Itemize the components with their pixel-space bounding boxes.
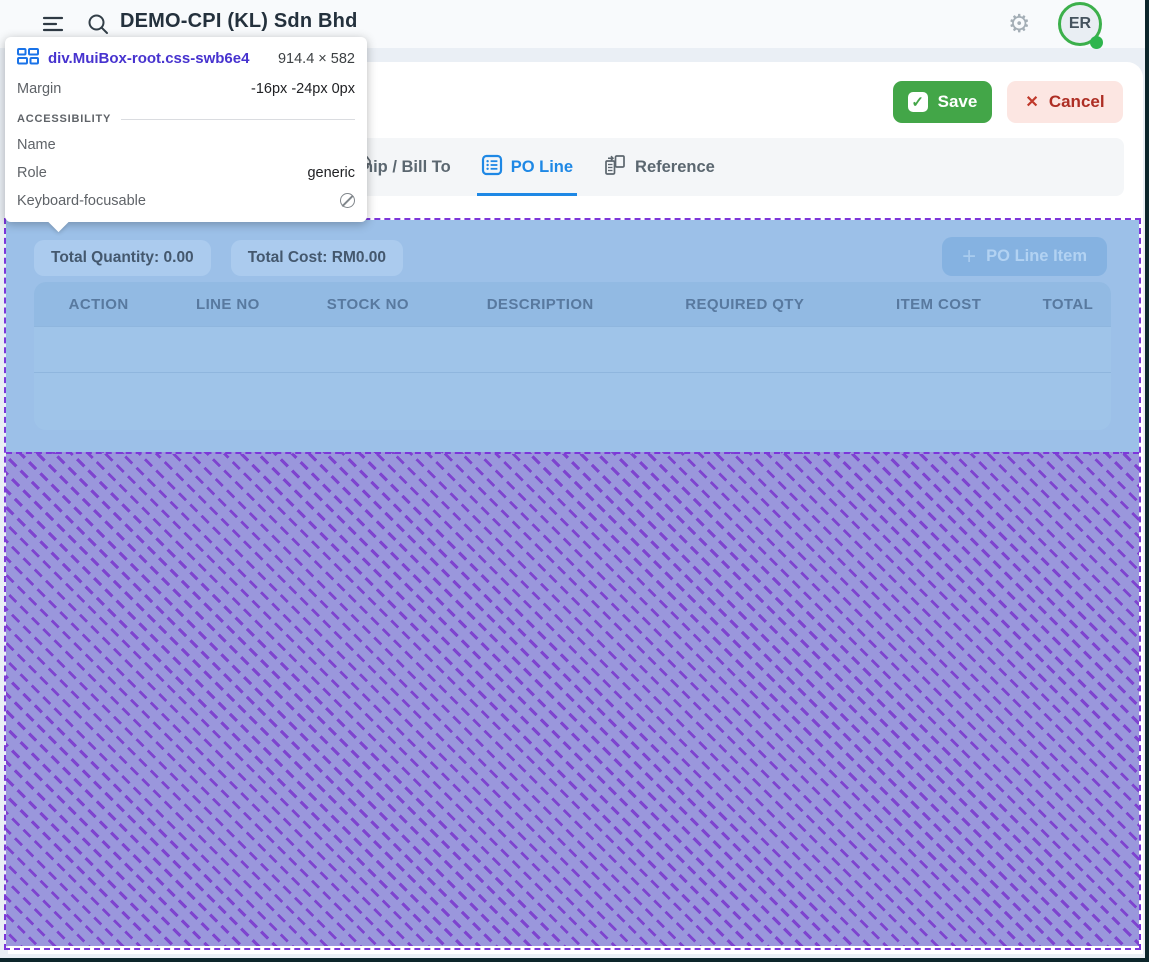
tab-reference-label: Reference [635, 158, 715, 177]
window-edge-right [1145, 0, 1149, 962]
menu-icon[interactable] [42, 13, 64, 35]
cancel-button-label: Cancel [1049, 92, 1105, 112]
avatar-initials: ER [1069, 15, 1091, 33]
totals-row: Total Quantity: 0.00 Total Cost: RM0.00 [34, 240, 403, 276]
table-row [34, 372, 1111, 430]
reference-docs-icon [603, 154, 627, 181]
cancel-button[interactable]: ✕ Cancel [1007, 81, 1123, 123]
header-cell-stock-no: STOCK NO [292, 296, 443, 313]
accessibility-section-header: ACCESSIBILITY [17, 113, 355, 125]
po-line-list-icon [481, 154, 503, 181]
table-header-row: ACTION LINE NO STOCK NO DESCRIPTION REQU… [34, 282, 1111, 326]
margin-row: Margin -16px -24px 0px [17, 81, 355, 97]
company-title: DEMO-CPI (KL) Sdn Bhd [120, 10, 358, 33]
content-highlight: Total Quantity: 0.00 Total Cost: RM0.00 … [6, 220, 1139, 452]
margin-highlight-hatched [6, 452, 1139, 946]
save-button[interactable]: ✓ Save [893, 81, 992, 123]
a11y-role-row: Role generic [17, 165, 355, 181]
header-cell-total: TOTAL [1025, 296, 1111, 313]
header-cell-item-cost: ITEM COST [852, 296, 1024, 313]
tab-reference[interactable]: Reference [603, 138, 715, 196]
devtools-tooltip: div.MuiBox-root.css-swb6e4 914.4 × 582 M… [5, 37, 367, 222]
tab-po-line-label: PO Line [511, 158, 573, 177]
inspect-overlay: Total Quantity: 0.00 Total Cost: RM0.00 … [4, 218, 1141, 950]
element-badge-icon [17, 48, 39, 69]
margin-value: -16px -24px 0px [251, 81, 355, 97]
check-icon: ✓ [908, 92, 928, 112]
element-selector: div.MuiBox-root.css-swb6e4 [48, 50, 249, 67]
total-quantity-chip: Total Quantity: 0.00 [34, 240, 211, 276]
name-label: Name [17, 137, 56, 153]
window-edge-bottom [0, 958, 1149, 962]
accessibility-label: ACCESSIBILITY [17, 113, 111, 125]
divider [121, 119, 355, 120]
save-button-label: Save [938, 92, 978, 112]
header-cell-action: ACTION [34, 296, 163, 313]
table-row [34, 326, 1111, 372]
po-line-table: ACTION LINE NO STOCK NO DESCRIPTION REQU… [34, 282, 1111, 430]
header-cell-required-qty: REQUIRED QTY [637, 296, 852, 313]
header-cell-description: DESCRIPTION [443, 296, 637, 313]
margin-label: Margin [17, 81, 61, 97]
settings-gear-icon[interactable]: ⚙ [1008, 8, 1030, 40]
prohibited-icon [340, 193, 355, 208]
close-icon: ✕ [1025, 92, 1038, 112]
element-dimensions: 914.4 × 582 [278, 51, 355, 67]
add-po-line-item-button[interactable]: + PO Line Item [942, 237, 1107, 276]
role-label: Role [17, 165, 47, 181]
online-status-dot [1090, 36, 1103, 49]
add-po-line-item-label: PO Line Item [986, 247, 1087, 266]
a11y-name-row: Name [17, 137, 355, 153]
a11y-keyboard-row: Keyboard-focusable [17, 193, 355, 209]
total-cost-chip: Total Cost: RM0.00 [231, 240, 403, 276]
plus-icon: + [962, 243, 976, 271]
header-cell-line-no: LINE NO [163, 296, 292, 313]
search-icon[interactable] [86, 12, 110, 36]
keyboard-focusable-label: Keyboard-focusable [17, 193, 146, 209]
role-value: generic [307, 165, 355, 181]
tab-po-line[interactable]: PO Line [481, 138, 573, 196]
